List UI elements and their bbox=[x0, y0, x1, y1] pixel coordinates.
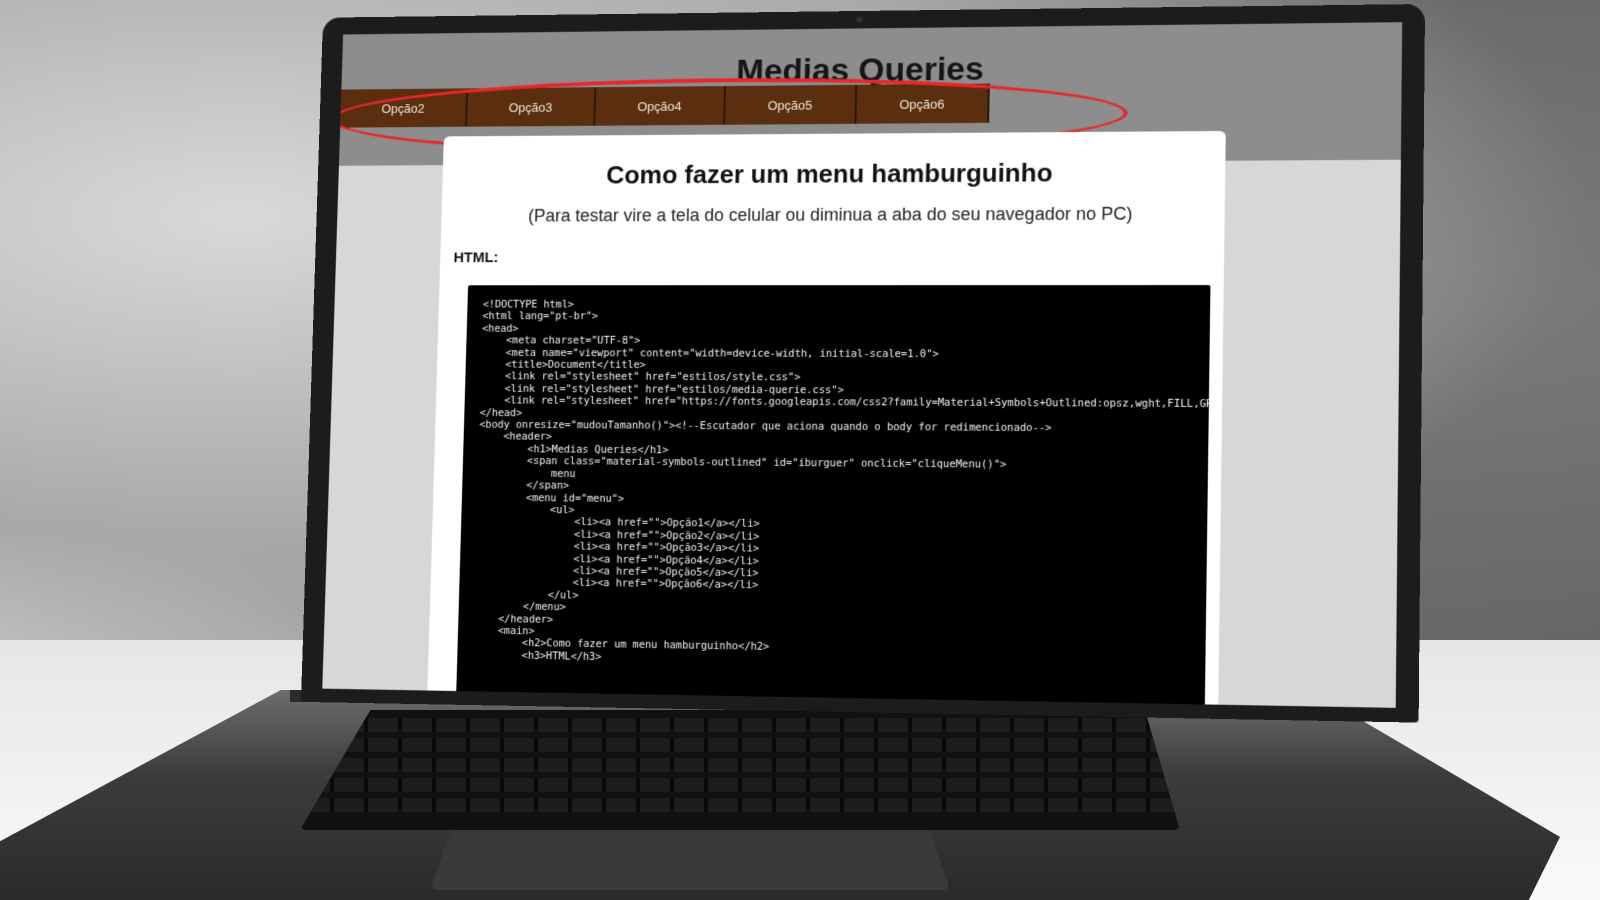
laptop-lid: Medias Queries Opção2 Opção3 Opção4 Opçã… bbox=[300, 3, 1426, 723]
key-row bbox=[300, 778, 1180, 792]
key-row bbox=[300, 758, 1180, 772]
laptop-trackpad bbox=[430, 830, 950, 890]
laptop-screen: Medias Queries Opção2 Opção3 Opção4 Opçã… bbox=[322, 22, 1403, 708]
code-line: <!DOCTYPE html> bbox=[482, 298, 575, 311]
section-label-html: HTML: bbox=[453, 249, 499, 267]
code-line: <html lang="pt-br"> bbox=[482, 310, 599, 323]
key-row bbox=[300, 738, 1180, 752]
code-block: <!DOCTYPE html> <html lang="pt-br"> <head>… bbox=[455, 285, 1211, 708]
laptop-keyboard bbox=[300, 710, 1180, 830]
key-row bbox=[300, 798, 1180, 812]
webcam-icon bbox=[856, 16, 863, 23]
key-row bbox=[300, 718, 1180, 732]
page-heading: Como fazer um menu hamburguinho bbox=[605, 157, 1053, 190]
content-card: Como fazer um menu hamburguinho (Para te… bbox=[426, 130, 1226, 708]
page-subtitle: (Para testar vire a tela do celular ou d… bbox=[528, 203, 1133, 226]
